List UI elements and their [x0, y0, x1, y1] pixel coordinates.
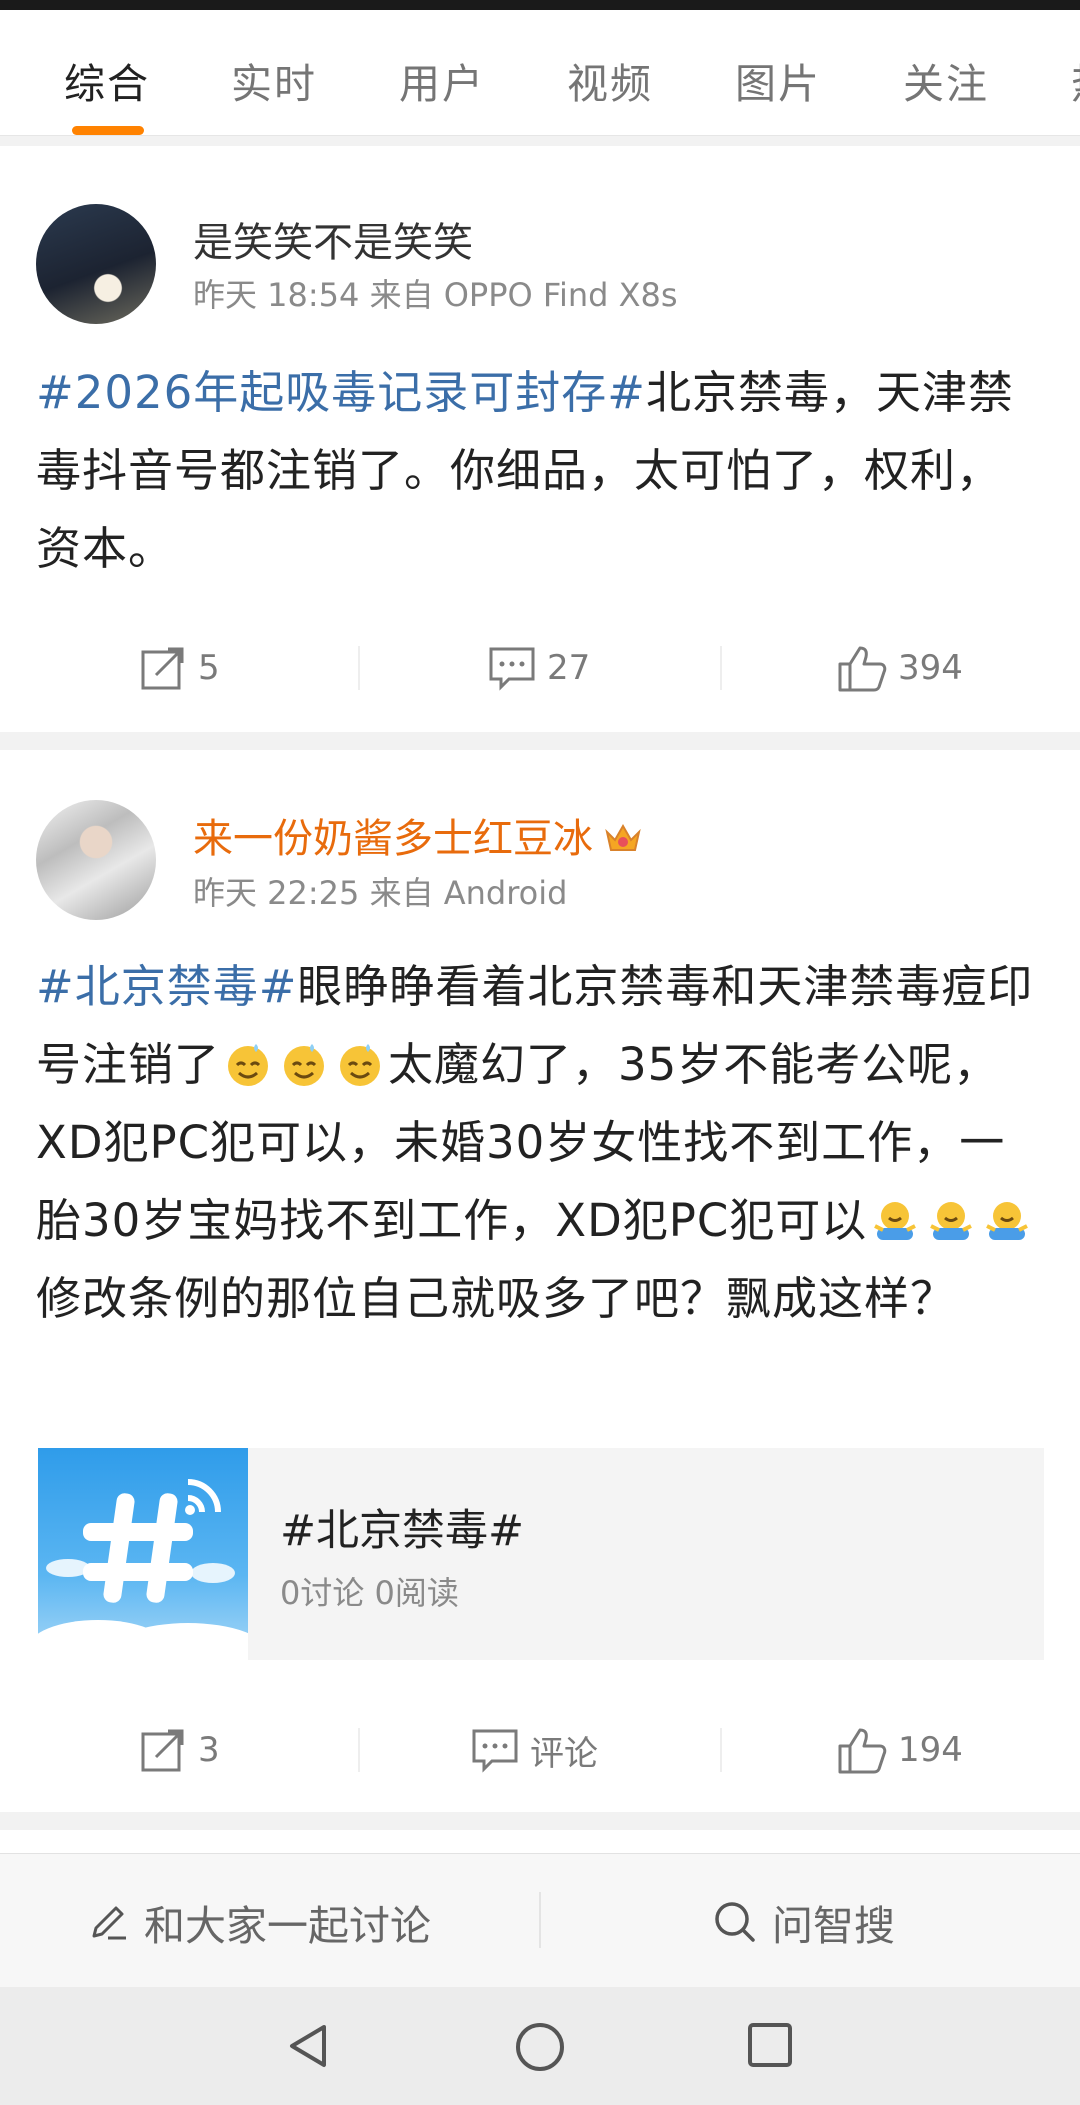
action-bar: 5 27 394 — [0, 632, 1080, 704]
repost-button[interactable]: 5 — [138, 632, 220, 704]
topic-title: #北京禁毒# — [280, 1506, 525, 1556]
avatar[interactable] — [36, 204, 156, 324]
topic-thumbnail — [38, 1448, 268, 1660]
tab-images[interactable]: 图片 — [735, 50, 821, 110]
post-text: #北京禁毒#眼睁睁看着北京禁毒和天津禁毒痘印号注销了 太魔幻了，35岁不能考公呢，… — [36, 948, 1046, 1338]
search-icon — [715, 1902, 755, 1942]
tab-hot[interactable]: 热 — [1071, 50, 1080, 110]
repost-count: 5 — [198, 648, 220, 688]
tab-video[interactable]: 视频 — [567, 50, 653, 110]
status-bar — [0, 0, 1080, 10]
topic-card[interactable]: #北京禁毒# 0讨论 0阅读 — [38, 1448, 1044, 1660]
tab-following[interactable]: 关注 — [903, 50, 989, 110]
comment-label: 评论 — [530, 1733, 598, 1774]
hashtag-link[interactable]: #2026年起吸毒记录可封存# — [36, 366, 646, 419]
like-button[interactable]: 394 — [836, 632, 963, 704]
username[interactable]: 是笑笑不是笑笑 — [193, 210, 473, 268]
sweat-smile-emoji-icon — [340, 1044, 381, 1086]
avatar[interactable] — [36, 800, 156, 920]
pencil-icon — [92, 1906, 126, 1940]
home-icon[interactable] — [514, 2021, 566, 2073]
recents-icon[interactable] — [746, 2021, 794, 2069]
bottom-action-bar: 和大家一起讨论 问智搜 — [0, 1853, 1080, 1987]
back-icon[interactable] — [284, 2021, 334, 2071]
post-card[interactable]: 来一份奶酱多士红豆冰 昨天 22:25 来自 Android #北京禁毒#眼睁睁… — [0, 750, 1080, 1812]
repost-button[interactable]: 3 — [138, 1714, 220, 1786]
active-tab-indicator — [72, 126, 144, 135]
sweat-smile-emoji-icon — [284, 1044, 325, 1086]
discuss-label: 和大家一起讨论 — [144, 1902, 431, 1950]
post-meta: 昨天 22:25 来自 Android — [193, 874, 568, 912]
hashtag-signal-icon — [38, 1479, 268, 1660]
system-nav-bar — [0, 1987, 1080, 2105]
comment-icon — [489, 647, 535, 691]
post-meta: 昨天 18:54 来自 OPPO Find X8s — [193, 276, 678, 314]
shrug-emoji-icon — [986, 1202, 1029, 1240]
sweat-smile-emoji-icon — [228, 1044, 269, 1086]
search-label: 问智搜 — [772, 1902, 895, 1950]
hashtag-link[interactable]: #北京禁毒# — [36, 960, 297, 1013]
like-count: 194 — [898, 1730, 963, 1770]
comment-icon — [472, 1729, 518, 1773]
vip-crown-icon — [605, 823, 641, 851]
post-text: #2026年起吸毒记录可封存#北京禁毒，天津禁毒抖音号都注销了。你细品，太可怕了… — [36, 354, 1046, 588]
repost-count: 3 — [198, 1730, 220, 1770]
like-button[interactable]: 194 — [836, 1714, 963, 1786]
action-bar: 3 评论 194 — [0, 1714, 1080, 1786]
tab-users[interactable]: 用户 — [399, 50, 485, 110]
comment-button[interactable]: 评论 — [470, 1714, 598, 1786]
like-icon — [838, 646, 887, 692]
topic-stats: 0讨论 0阅读 — [280, 1574, 459, 1612]
repost-icon — [141, 647, 184, 690]
tab-comprehensive[interactable]: 综合 — [64, 50, 150, 110]
like-count: 394 — [898, 648, 963, 688]
tab-realtime[interactable]: 实时 — [231, 50, 317, 110]
ai-search-button[interactable]: 问智搜 — [712, 1892, 895, 1952]
shrug-emoji-icon — [874, 1202, 917, 1240]
like-icon — [838, 1728, 887, 1774]
repost-icon — [141, 1729, 184, 1772]
shrug-emoji-icon — [930, 1202, 973, 1240]
comment-count: 27 — [547, 648, 591, 688]
post-body-part3: 修改条例的那位自己就吸多了吧？飘成这样？ — [36, 1272, 957, 1325]
discuss-button[interactable]: 和大家一起讨论 — [86, 1892, 431, 1952]
tab-bar: 综合 实时 用户 视频 图片 关注 热 — [0, 10, 1080, 136]
comment-button[interactable]: 27 — [487, 632, 590, 704]
username-text: 来一份奶酱多士红豆冰 — [193, 816, 593, 862]
username[interactable]: 来一份奶酱多士红豆冰 — [193, 806, 643, 864]
post-card[interactable]: 是笑笑不是笑笑 昨天 18:54 来自 OPPO Find X8s #2026年… — [0, 146, 1080, 732]
